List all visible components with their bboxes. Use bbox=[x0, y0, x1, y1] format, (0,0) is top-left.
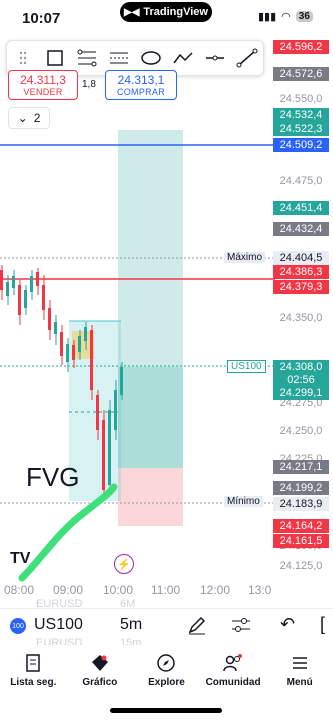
ellipse-tool-icon[interactable] bbox=[139, 46, 163, 70]
pen-draw-icon[interactable] bbox=[186, 614, 208, 641]
price-label: 24.522,3 bbox=[273, 122, 329, 136]
price-label: 24.299,1 bbox=[273, 386, 329, 400]
nav-watchlist-label: Lista seg. bbox=[10, 676, 57, 688]
session-min-label: Mínimo bbox=[224, 496, 263, 507]
time-tick: 11:00 bbox=[151, 583, 181, 597]
current-price-value: 24.308,0 bbox=[279, 361, 323, 373]
nav-watchlist[interactable]: Lista seg. bbox=[0, 645, 67, 695]
price-label: 24.164,2 bbox=[273, 519, 329, 533]
nav-chart[interactable]: Gráfico bbox=[67, 645, 134, 695]
price-label: 24.199,2 bbox=[273, 481, 329, 495]
price-label: 24.532,4 bbox=[273, 108, 329, 122]
price-label: 24.386,3 bbox=[273, 265, 329, 279]
tradingview-badge-label: TradingView bbox=[143, 6, 208, 18]
session-max-label: Máximo bbox=[224, 252, 266, 263]
price-label: 24.596,2 bbox=[273, 40, 329, 54]
system-icons: ▮▮▮ ◠ 36 bbox=[258, 10, 313, 23]
tradingview-watermark-logo: TV bbox=[10, 550, 31, 567]
battery-icon: 36 bbox=[295, 11, 313, 22]
price-tick: 24.475,0 bbox=[279, 175, 323, 187]
price-tick: 24.250,0 bbox=[279, 425, 323, 437]
ghost-symbol-top: EURUSD bbox=[36, 598, 83, 610]
time-tick: 13:0 bbox=[248, 583, 272, 597]
time-tick: 08:00 bbox=[4, 583, 35, 597]
indicators-count: 2 bbox=[33, 111, 41, 125]
wifi-icon: ◠ bbox=[281, 11, 291, 23]
buy-price: 24.313,1 bbox=[117, 73, 165, 87]
price-label: 24.183,9 bbox=[273, 497, 329, 511]
bottom-navigation: Lista seg. Gráfico Explore Comunidad Men… bbox=[0, 645, 333, 695]
parallel-channel-icon[interactable] bbox=[75, 46, 99, 70]
symbol-toolbar: EURUSD 6M EURUSD 15m 100 US100 5m ↶ [ bbox=[0, 598, 333, 649]
nav-menu-label: Menú bbox=[286, 676, 313, 688]
long-position-target-inner bbox=[118, 367, 183, 468]
price-tick: 24.125,0 bbox=[279, 560, 323, 572]
chart-diamond-icon bbox=[91, 654, 108, 671]
signal-icon: ▮▮▮ bbox=[258, 11, 277, 23]
nav-community[interactable]: Comunidad bbox=[200, 645, 267, 695]
nav-community-label: Comunidad bbox=[205, 676, 261, 688]
price-label: 24.432,4 bbox=[273, 222, 329, 236]
freehand-brush-stroke bbox=[18, 483, 118, 582]
spread-value: 1,8 bbox=[82, 79, 96, 90]
sell-label: VENDER bbox=[23, 87, 63, 97]
chevron-down-icon: ⌄ bbox=[17, 111, 28, 125]
time-tick: 09:00 bbox=[53, 583, 84, 597]
price-label: 24.161,5 bbox=[273, 534, 329, 548]
price-tick: 24.350,0 bbox=[279, 312, 323, 324]
interval-selector[interactable]: 5m bbox=[120, 616, 142, 634]
nav-chart-label: Gráfico bbox=[82, 676, 118, 688]
price-label: 24.451,4 bbox=[273, 201, 329, 215]
current-price-label: 24.308,0 02:56 bbox=[273, 360, 329, 389]
rectangle-tool-icon[interactable] bbox=[43, 46, 67, 70]
price-label: 24.379,3 bbox=[273, 280, 329, 294]
price-label: 24.572,6 bbox=[273, 67, 329, 81]
status-time: 10:07 bbox=[22, 10, 61, 27]
buy-button[interactable]: 24.313,1 COMPRAR bbox=[105, 70, 177, 100]
undo-icon[interactable]: ↶ bbox=[280, 614, 295, 635]
nav-explore-label: Explore bbox=[148, 676, 185, 688]
tradingview-badge: ▶◀ TradingView bbox=[120, 2, 212, 22]
symbol-logo-icon: 100 bbox=[10, 618, 26, 634]
fvg-annotation[interactable]: FVG bbox=[26, 462, 79, 493]
fullscreen-icon[interactable]: [ bbox=[320, 614, 325, 635]
price-label: 24.404,5 bbox=[273, 251, 329, 265]
tradingview-logo-icon: ▶◀ bbox=[124, 6, 140, 18]
price-tick: 24.550,0 bbox=[279, 93, 323, 105]
watchlist-icon bbox=[26, 653, 41, 672]
settings-sliders-icon[interactable] bbox=[230, 614, 252, 641]
sell-price: 24.311,3 bbox=[20, 73, 66, 87]
time-tick: 10:00 bbox=[103, 583, 134, 597]
hamburger-menu-icon bbox=[292, 656, 307, 669]
community-icon bbox=[223, 653, 243, 671]
lightning-event-icon[interactable]: ⚡ bbox=[114, 554, 134, 574]
nav-explore[interactable]: Explore bbox=[133, 645, 200, 695]
price-label: 24.217,1 bbox=[273, 460, 329, 474]
path-tool-icon[interactable] bbox=[171, 46, 195, 70]
horizontal-line-icon[interactable] bbox=[203, 46, 227, 70]
trend-line-icon[interactable] bbox=[235, 46, 259, 70]
indicators-toggle[interactable]: ⌄ 2 bbox=[8, 107, 50, 129]
drag-handle-icon[interactable] bbox=[11, 46, 35, 70]
sell-button[interactable]: 24.311,3 VENDER bbox=[8, 70, 78, 100]
ghost-tf-top: 6M bbox=[120, 598, 136, 610]
fib-retracement-icon[interactable] bbox=[107, 46, 131, 70]
time-tick: 12:00 bbox=[200, 583, 231, 597]
price-label: 24.509,2 bbox=[273, 138, 329, 152]
buy-label: COMPRAR bbox=[116, 87, 166, 97]
nav-menu[interactable]: Menú bbox=[266, 645, 333, 695]
symbol-price-tag: US100 bbox=[227, 360, 266, 373]
home-indicator bbox=[110, 708, 222, 713]
long-position-stop-zone bbox=[118, 468, 183, 526]
compass-icon bbox=[157, 653, 176, 672]
symbol-name[interactable]: US100 bbox=[34, 616, 83, 634]
